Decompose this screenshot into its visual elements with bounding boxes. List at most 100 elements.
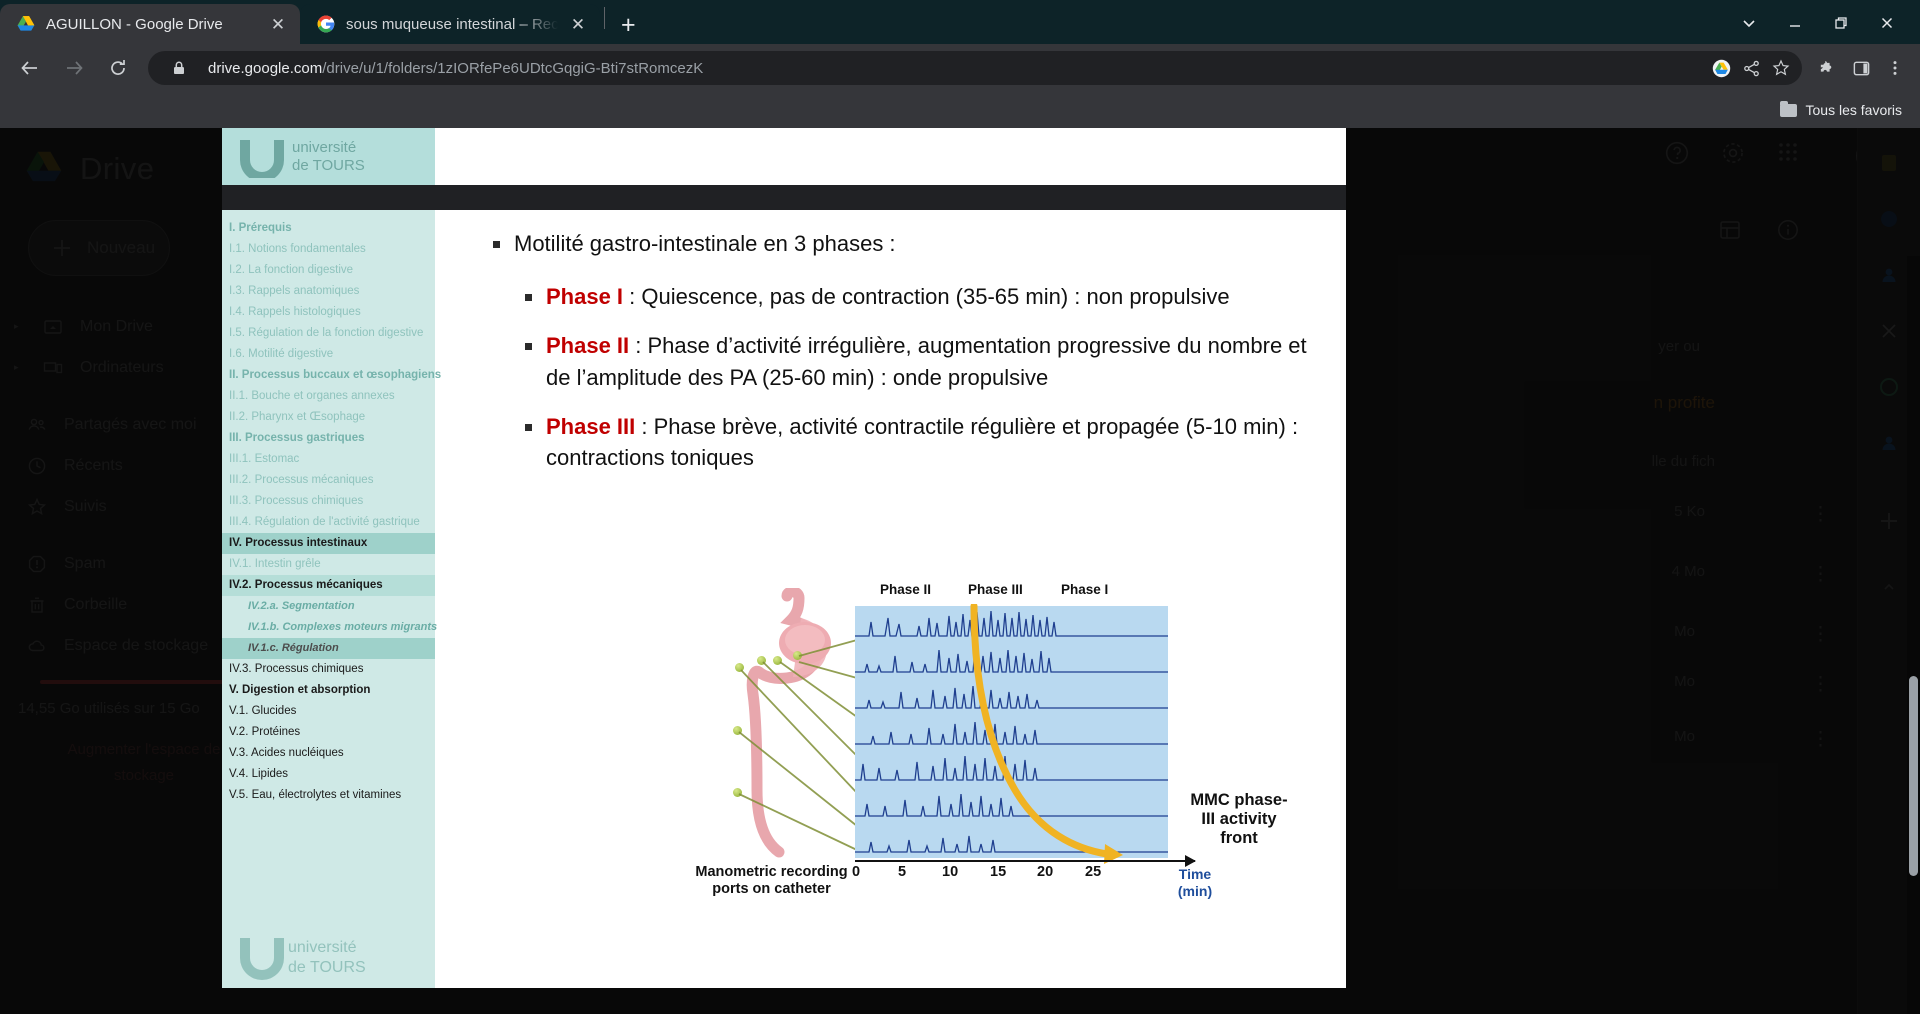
three-dot-menu-icon[interactable]: [1878, 51, 1912, 85]
toc-item[interactable]: V. Digestion et absorption: [222, 680, 435, 701]
bullet-intro: Motilité gastro-intestinale en 3 phases …: [493, 228, 1316, 259]
phase-2-label: Phase II: [546, 333, 630, 359]
browser-tab-active[interactable]: AGUILLON - Google Drive ✕: [0, 4, 300, 44]
tab-strip: AGUILLON - Google Drive ✕ sous muqueuse …: [0, 0, 1920, 44]
star-icon[interactable]: [1766, 53, 1796, 83]
scrollbar-thumb[interactable]: [1909, 676, 1918, 876]
toc-item[interactable]: IV.1.b. Complexes moteurs migrants: [222, 617, 437, 638]
phase-label-iii: Phase III: [968, 582, 1023, 597]
toc-item[interactable]: V.3. Acides nucléiques: [222, 743, 435, 764]
toc-item[interactable]: III.2. Processus mécaniques: [222, 470, 435, 491]
slide-body: I. Prérequis I.1. Notions fondamentales …: [222, 210, 1346, 988]
side-panel-icon[interactable]: [1844, 51, 1878, 85]
toc-item[interactable]: III. Processus gastriques: [222, 428, 435, 449]
catheter-port: [733, 788, 742, 797]
google-icon: [316, 14, 336, 34]
share-icon[interactable]: [1736, 53, 1766, 83]
url-path: /drive/u/1/folders/1zIORfePe6UDtcGqgiG-B…: [322, 59, 704, 77]
slide-gap: [222, 185, 1346, 210]
toc-item[interactable]: II.2. Pharynx et Œsophage: [222, 407, 435, 428]
drive-icon: [16, 14, 36, 34]
close-icon[interactable]: ✕: [268, 16, 288, 33]
close-icon[interactable]: ✕: [568, 16, 588, 33]
minimize-icon[interactable]: [1772, 8, 1818, 38]
bullet-square-icon: [493, 241, 500, 248]
folder-icon: [1779, 100, 1797, 117]
toc-item[interactable]: III.4. Régulation de l'activité gastriqu…: [222, 512, 435, 533]
toc-item[interactable]: I. Prérequis: [222, 218, 435, 239]
mmc-label: MMC phase-III activity front: [1190, 791, 1288, 848]
catheter-port: [735, 663, 744, 672]
pdf-page: université de TOURS I. Prérequis I.1. No…: [222, 128, 1346, 988]
toc-item[interactable]: III.3. Processus chimiques: [222, 491, 435, 512]
browser-window: AGUILLON - Google Drive ✕ sous muqueuse …: [0, 0, 1920, 1014]
close-icon[interactable]: [1864, 8, 1910, 38]
toc-item[interactable]: I.1. Notions fondamentales: [222, 239, 435, 260]
toc-item[interactable]: I.2. La fonction digestive: [222, 260, 435, 281]
puzzle-icon[interactable]: [1810, 51, 1844, 85]
axis-tick: 5: [898, 864, 907, 880]
catheter-port: [757, 656, 766, 665]
omnibox-row: drive.google.com/drive/u/1/folders/1zIOR…: [0, 44, 1920, 92]
all-bookmarks-button[interactable]: Tous les favoris: [1779, 100, 1902, 118]
logo-line-2: de TOURS: [288, 959, 366, 976]
toc-item[interactable]: I.6. Motilité digestive: [222, 344, 435, 365]
window-controls: [1726, 8, 1910, 38]
manometry-figure: Phase II Phase III Phase I MMC phase-III…: [685, 578, 1325, 918]
new-tab-button[interactable]: +: [621, 13, 636, 38]
phase-1-label: Phase I: [546, 284, 624, 310]
axis-tick: 20: [1037, 864, 1054, 880]
address-bar[interactable]: drive.google.com/drive/u/1/folders/1zIOR…: [148, 51, 1802, 85]
svg-text:université: université: [292, 139, 356, 156]
toc-item[interactable]: V.1. Glucides: [222, 701, 435, 722]
back-icon[interactable]: [11, 49, 49, 87]
toc-item[interactable]: II. Processus buccaux et œsophagiens: [222, 365, 441, 386]
drive-icon[interactable]: [1706, 53, 1736, 83]
phase-3-label: Phase III: [546, 413, 636, 439]
time-axis: [855, 855, 1196, 867]
slide-content: Motilité gastro-intestinale en 3 phases …: [435, 210, 1346, 988]
axis-tick: 10: [942, 864, 959, 880]
lock-icon: [164, 53, 194, 83]
toc-item[interactable]: II.1. Bouche et organes annexes: [222, 386, 435, 407]
phase-label-i: Phase I: [1061, 582, 1109, 597]
slide-header-strip: université de TOURS: [222, 128, 1346, 185]
mmc-front-arrow: [970, 604, 1123, 864]
bullet-intro-text: Motilité gastro-intestinale en 3 phases …: [514, 231, 896, 256]
manometric-ports-label: Manometric recording ports on catheter: [695, 864, 848, 897]
maximize-restore-icon[interactable]: [1818, 8, 1864, 38]
bullet-square-icon: [525, 423, 532, 431]
catheter-port: [733, 726, 742, 735]
tab-divider: [604, 7, 605, 29]
catheter-port: [773, 656, 782, 665]
toc-item[interactable]: V.2. Protéines: [222, 722, 435, 743]
bullet-phase-1: Phase I : Quiescence, pas de contraction…: [525, 281, 1316, 312]
toc-item[interactable]: IV.1. Intestin grêle: [222, 554, 435, 575]
browser-tab-inactive[interactable]: sous muqueuse intestinal – Rec ✕: [300, 4, 600, 44]
toc-item[interactable]: III.1. Estomac: [222, 449, 435, 470]
toc-item[interactable]: V.4. Lipides: [222, 764, 435, 785]
slide-header-band: université de TOURS: [222, 128, 435, 185]
toc-item[interactable]: I.4. Rappels histologiques: [222, 302, 435, 323]
bullet-square-icon: [525, 343, 532, 351]
toc-item[interactable]: IV.2.a. Segmentation: [222, 596, 435, 617]
axis-tick: 25: [1085, 864, 1102, 880]
phase-2-text: : Phase d’activité irrégulière, augmenta…: [546, 333, 1307, 390]
reload-icon[interactable]: [99, 49, 137, 87]
toc-item[interactable]: I.5. Régulation de la fonction digestive: [222, 323, 435, 344]
bookmarks-bar: Tous les favoris: [0, 92, 1920, 128]
bullet-square-icon: [525, 294, 532, 302]
toc-item[interactable]: V.5. Eau, électrolytes et vitamines: [222, 785, 435, 806]
chevron-down-icon[interactable]: [1726, 8, 1772, 38]
axis-tick: 15: [990, 864, 1007, 880]
toc-item-selected[interactable]: IV.1.c. Régulation: [222, 638, 435, 659]
forward-icon[interactable]: [55, 49, 93, 87]
toc-item[interactable]: IV.3. Processus chimiques: [222, 659, 435, 680]
toc-item[interactable]: IV.2. Processus mécaniques: [222, 575, 435, 596]
tab-title: sous muqueuse intestinal – Rec: [346, 15, 558, 33]
toc-item[interactable]: I.3. Rappels anatomiques: [222, 281, 435, 302]
scrollbar-track[interactable]: [1907, 256, 1920, 1014]
phase-label-ii: Phase II: [880, 582, 932, 597]
bullet-phase-3: Phase III : Phase brève, activité contra…: [525, 411, 1316, 473]
toc-item-current[interactable]: IV. Processus intestinaux: [222, 533, 435, 554]
